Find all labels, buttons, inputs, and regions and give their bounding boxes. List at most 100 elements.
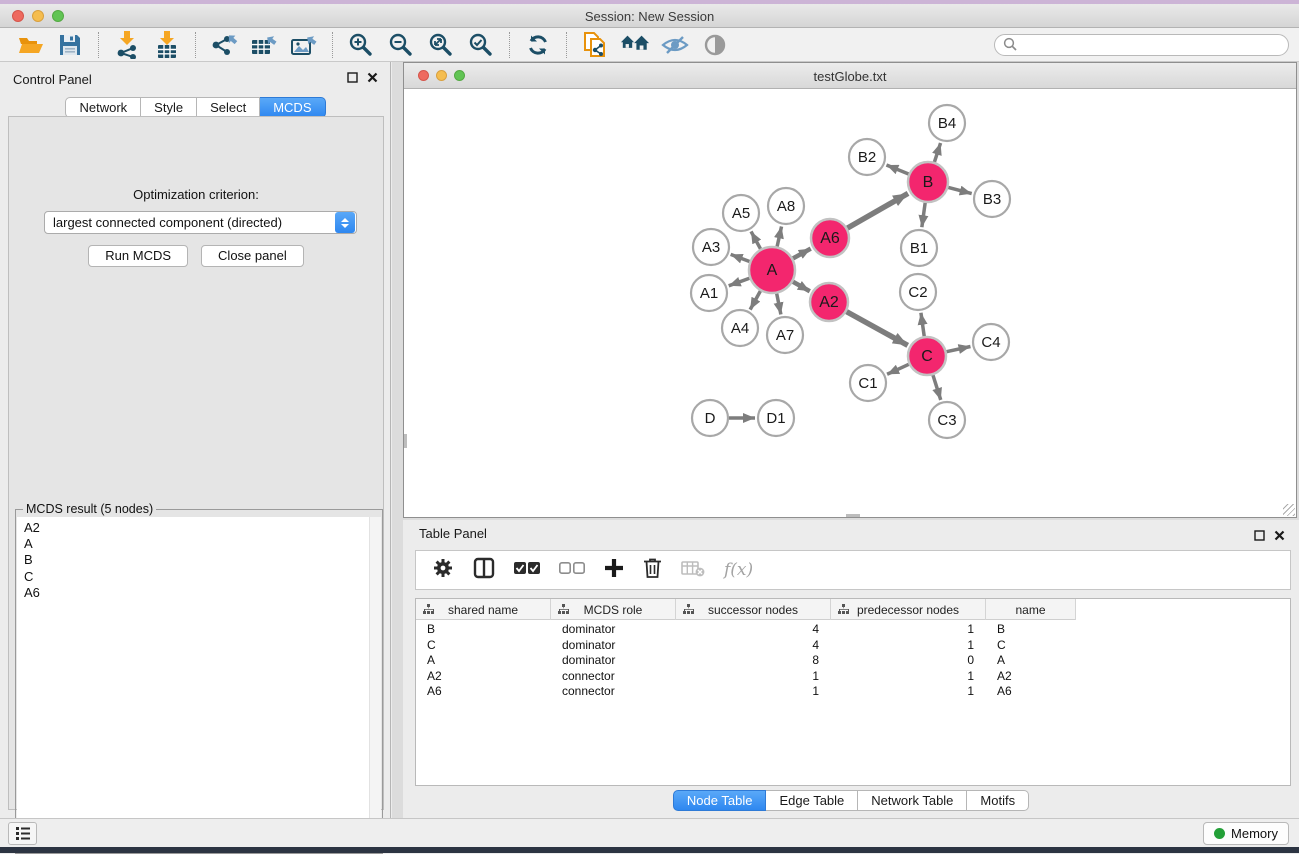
table-cell[interactable]: 1	[831, 638, 986, 654]
select-all-icon[interactable]	[514, 561, 540, 580]
graph-edge-A-A4[interactable]	[750, 291, 760, 310]
refresh-icon[interactable]	[523, 31, 553, 59]
graph-edge-A-A2[interactable]	[793, 282, 810, 291]
graph-edge-A-A3[interactable]	[731, 254, 750, 261]
graph-edge-A-A7[interactable]	[777, 294, 781, 315]
column-header-MCDS-role[interactable]: MCDS role	[551, 599, 676, 620]
import-network-icon[interactable]	[112, 31, 142, 59]
show-panels-eye-icon[interactable]	[700, 31, 730, 59]
zoom-out-icon[interactable]	[386, 31, 416, 59]
float-panel-icon[interactable]	[347, 72, 358, 83]
table-row[interactable]: A2connector11A2	[416, 669, 1076, 685]
mcds-result-scrollbar[interactable]	[369, 517, 381, 853]
table-cell[interactable]: 1	[831, 684, 986, 700]
float-panel-icon[interactable]	[1254, 530, 1265, 541]
tab-network-table[interactable]: Network Table	[858, 790, 967, 811]
table-cell[interactable]: dominator	[551, 653, 676, 669]
graph-edge-A-A6[interactable]	[793, 249, 811, 259]
canvas-vertical-scroll-nub[interactable]	[404, 434, 407, 448]
criterion-dropdown[interactable]: largest connected component (directed)	[44, 211, 357, 234]
mcds-result-list[interactable]: A2ABCA6	[17, 517, 370, 853]
hide-panels-eye-icon[interactable]	[660, 31, 690, 59]
mcds-result-item[interactable]: A6	[24, 585, 370, 601]
tab-mcds[interactable]: MCDS	[260, 97, 325, 118]
table-cell[interactable]: B	[416, 622, 551, 638]
node-table[interactable]: shared nameMCDS rolesuccessor nodesprede…	[415, 598, 1291, 786]
table-cell[interactable]: 1	[676, 669, 831, 685]
close-panel-icon[interactable]	[367, 72, 378, 83]
export-image-icon[interactable]	[289, 31, 319, 59]
table-row[interactable]: Cdominator41C	[416, 638, 1076, 654]
close-panel-icon[interactable]	[1274, 530, 1285, 541]
open-session-icon[interactable]	[15, 31, 45, 59]
tab-network[interactable]: Network	[65, 97, 141, 118]
column-visibility-icon[interactable]	[473, 557, 495, 584]
deselect-all-icon[interactable]	[559, 561, 585, 580]
network-window-titlebar[interactable]: testGlobe.txt	[404, 63, 1296, 89]
graph-edge-C-C1[interactable]	[887, 364, 909, 374]
table-cell[interactable]: 1	[831, 622, 986, 638]
table-cell[interactable]: 8	[676, 653, 831, 669]
table-cell[interactable]: A2	[986, 669, 1076, 685]
graph-edge-B-B4[interactable]	[934, 143, 940, 162]
mcds-result-item[interactable]: A2	[24, 520, 370, 536]
delete-column-trash-icon[interactable]	[643, 557, 662, 584]
mcds-result-item[interactable]: C	[24, 569, 370, 585]
table-cell[interactable]: 0	[831, 653, 986, 669]
table-row[interactable]: Bdominator41B	[416, 622, 1076, 638]
table-cell[interactable]: A	[986, 653, 1076, 669]
graph-edge-A-A1[interactable]	[729, 278, 750, 286]
clone-network-icon[interactable]	[580, 31, 610, 59]
import-table-icon[interactable]	[152, 31, 182, 59]
tab-style[interactable]: Style	[141, 97, 197, 118]
table-cell[interactable]: A	[416, 653, 551, 669]
graph-edge-C-C3[interactable]	[933, 375, 941, 400]
tab-edge-table[interactable]: Edge Table	[766, 790, 858, 811]
table-cell[interactable]: C	[416, 638, 551, 654]
tab-select[interactable]: Select	[197, 97, 260, 118]
table-cell[interactable]: 1	[676, 684, 831, 700]
mcds-result-item[interactable]: B	[24, 552, 370, 568]
table-row[interactable]: A6connector11A6	[416, 684, 1076, 700]
table-settings-gear-icon[interactable]	[432, 557, 454, 584]
tab-node-table[interactable]: Node Table	[673, 790, 767, 811]
search-input[interactable]	[994, 34, 1289, 56]
network-graph[interactable]: B4B2BB3A8A5A6A3B1AA1C2A2A4A7C4CC1C3DD1	[404, 89, 1296, 517]
graph-edge-A-A5[interactable]	[751, 231, 761, 248]
mcds-result-item[interactable]: A	[24, 536, 370, 552]
graph-edge-A6-B[interactable]	[847, 193, 908, 228]
table-cell[interactable]: 4	[676, 638, 831, 654]
table-cell[interactable]: dominator	[551, 622, 676, 638]
save-session-icon[interactable]	[55, 31, 85, 59]
table-row[interactable]: Adominator80A	[416, 653, 1076, 669]
zoom-fit-icon[interactable]	[426, 31, 456, 59]
task-history-button[interactable]	[8, 822, 37, 845]
graph-edge-A-A8[interactable]	[777, 227, 781, 247]
graph-edge-B-B1[interactable]	[922, 203, 925, 227]
graph-edge-A2-C[interactable]	[847, 312, 908, 346]
export-network-icon[interactable]	[209, 31, 239, 59]
graph-edge-C-C2[interactable]	[921, 313, 924, 336]
export-table-icon[interactable]	[249, 31, 279, 59]
table-cell[interactable]: 1	[831, 669, 986, 685]
close-panel-button[interactable]: Close panel	[201, 245, 304, 267]
run-mcds-button[interactable]: Run MCDS	[88, 245, 188, 267]
table-cell[interactable]: connector	[551, 669, 676, 685]
column-header-predecessor-nodes[interactable]: predecessor nodes	[831, 599, 986, 620]
column-header-name[interactable]: name	[986, 599, 1076, 620]
canvas-horizontal-scroll-nub[interactable]	[846, 514, 860, 517]
table-cell[interactable]: A6	[986, 684, 1076, 700]
home-icon[interactable]	[620, 31, 650, 59]
graph-edge-C-C4[interactable]	[947, 346, 971, 351]
table-cell[interactable]: connector	[551, 684, 676, 700]
column-header-shared-name[interactable]: shared name	[416, 599, 551, 620]
memory-button[interactable]: Memory	[1203, 822, 1289, 845]
add-column-icon[interactable]	[604, 558, 624, 583]
tab-motifs[interactable]: Motifs	[967, 790, 1029, 811]
window-resize-grip[interactable]	[1283, 504, 1295, 516]
table-cell[interactable]: C	[986, 638, 1076, 654]
column-header-successor-nodes[interactable]: successor nodes	[676, 599, 831, 620]
graph-edge-B-B3[interactable]	[948, 187, 971, 193]
zoom-in-icon[interactable]	[346, 31, 376, 59]
table-cell[interactable]: A2	[416, 669, 551, 685]
